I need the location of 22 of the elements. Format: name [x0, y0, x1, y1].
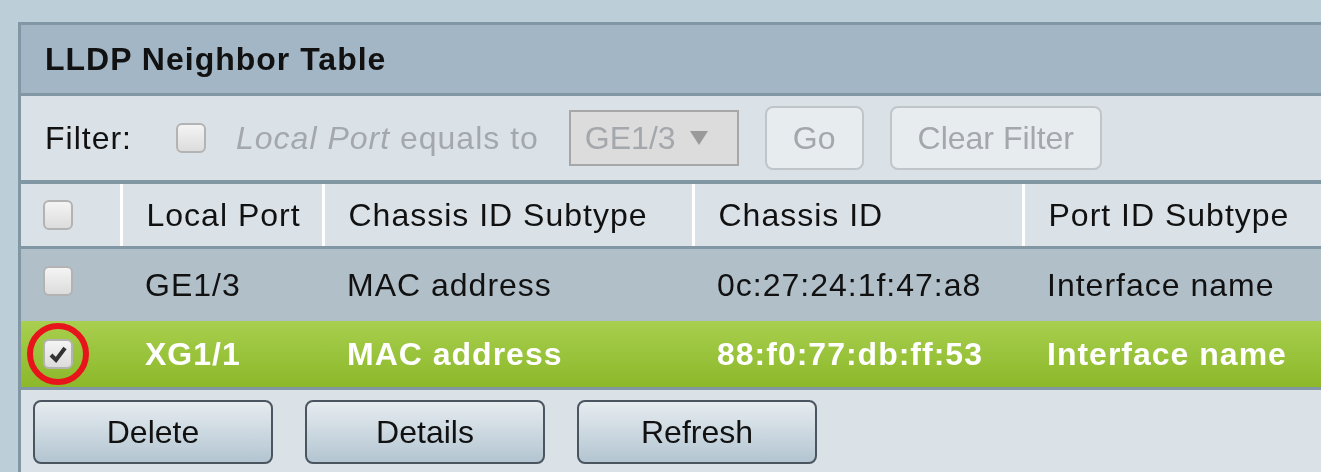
table-cell: Interface name	[1023, 321, 1321, 389]
caret-icon	[689, 131, 708, 145]
column-header[interactable]: Chassis ID	[693, 184, 1023, 248]
table-cell: MAC address	[323, 321, 693, 389]
checkbox[interactable]	[43, 200, 73, 230]
column-header[interactable]: Chassis ID Subtype	[323, 184, 693, 248]
table-cell: XG1/1	[121, 321, 323, 389]
table-cell: Interface name	[1023, 247, 1321, 321]
column-header[interactable]: Local Port	[121, 184, 323, 248]
table-cell: GE1/3	[121, 247, 323, 321]
action-button[interactable]: Details	[305, 400, 545, 464]
column-header[interactable]: Port ID Subtype	[1023, 184, 1321, 248]
table-cell: MAC address	[323, 247, 693, 321]
action-button[interactable]: Refresh	[577, 400, 817, 464]
action-button[interactable]: Delete	[33, 400, 273, 464]
checkbox[interactable]	[43, 266, 73, 296]
filter-condition: Local Port equals to	[236, 119, 539, 157]
table-cell: 88:f0:77:db:ff:53	[693, 321, 1023, 389]
checkbox[interactable]	[43, 338, 73, 369]
filter-label: Filter:	[45, 119, 132, 157]
table-cell: 0c:27:24:1f:47:a8	[693, 247, 1023, 321]
panel-title: LLDP Neighbor Table	[45, 40, 387, 78]
